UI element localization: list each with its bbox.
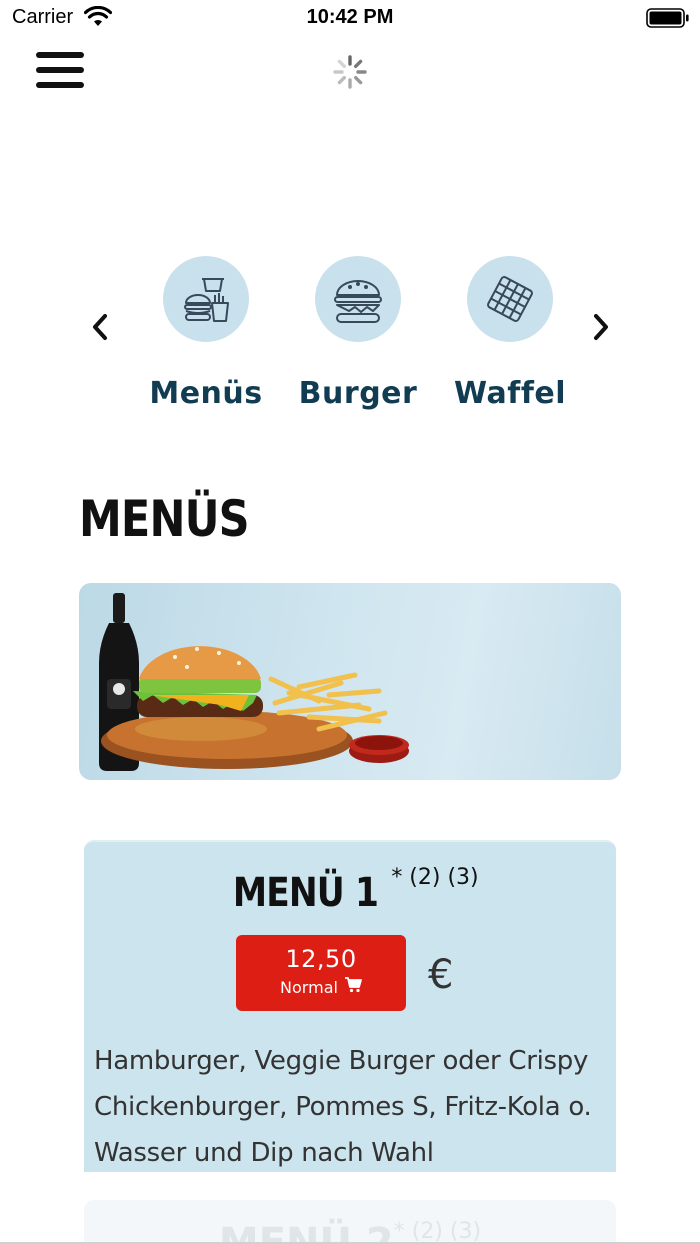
- product-card-next: MENÜ 2* (2) (3): [84, 1200, 616, 1244]
- activity-spinner-icon: [332, 54, 368, 94]
- category-burger[interactable]: Burger: [283, 256, 433, 411]
- category-label: Waffel: [454, 376, 566, 411]
- chevron-left-icon[interactable]: [86, 310, 116, 344]
- menu-banner-image: [79, 583, 621, 780]
- waffle-icon: [467, 256, 553, 342]
- product-title: MENÜ 1 * (2) (3): [84, 865, 616, 916]
- add-to-cart-button[interactable]: 12,50 Normal: [236, 935, 406, 1011]
- product-description: Hamburger, Veggie Burger oder Crispy Chi…: [94, 1046, 592, 1168]
- allergen-notes: * (2) (3): [391, 865, 479, 890]
- product-name: MENÜ 1: [233, 870, 379, 916]
- currency-symbol: €: [428, 952, 454, 998]
- cart-icon: [344, 977, 362, 997]
- battery-icon: [646, 8, 690, 32]
- product-card: MENÜ 1 * (2) (3) 12,50 Normal € Hamburge…: [84, 840, 616, 1172]
- category-waffel[interactable]: Waffel: [435, 256, 585, 411]
- clock: 10:42 PM: [306, 6, 394, 28]
- chevron-right-icon[interactable]: [586, 310, 616, 344]
- combo-meal-icon: [163, 256, 249, 342]
- category-label: Menüs: [149, 376, 263, 411]
- hamburger-menu-icon[interactable]: [36, 52, 86, 90]
- category-menus[interactable]: Menüs: [131, 256, 281, 411]
- section-title: MENÜS: [79, 490, 250, 548]
- price-value: 12,50: [285, 945, 357, 973]
- size-label: Normal: [280, 977, 338, 997]
- status-bar: Carrier 10:42 PM: [0, 0, 700, 36]
- category-label: Burger: [298, 376, 418, 411]
- burger-icon: [315, 256, 401, 342]
- product-name-next: MENÜ 2* (2) (3): [218, 1219, 482, 1244]
